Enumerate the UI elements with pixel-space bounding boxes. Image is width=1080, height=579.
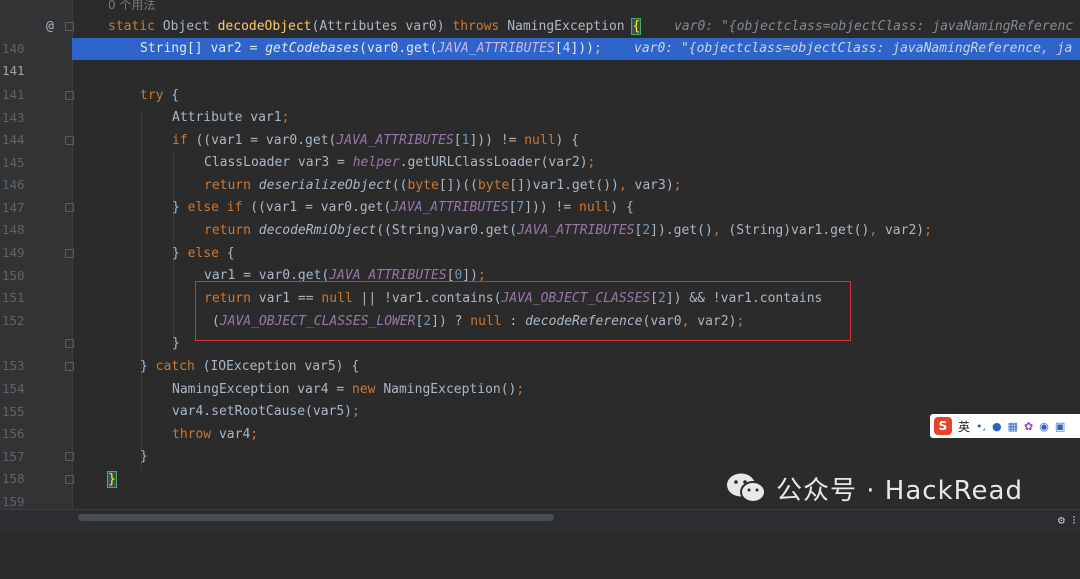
code-text: Attribute var1;: [172, 110, 290, 125]
skin-icon[interactable]: ✿: [1024, 420, 1033, 433]
code-text: return deserializeObject((byte[])((byte[…: [204, 178, 682, 193]
code-line[interactable]: 140 @ static Object decodeObject(Attribu…: [0, 16, 1080, 56]
code-text: throw var4;: [172, 427, 259, 442]
code-text: }: [107, 471, 117, 488]
code-line[interactable]: 157 throw var4;: [0, 424, 1080, 464]
punctuation-icon[interactable]: •,: [976, 420, 986, 433]
wechat-icon: [727, 473, 766, 503]
fold-icon[interactable]: [65, 91, 74, 100]
code-line[interactable]: 147 return deserializeObject((byte[])((b…: [0, 175, 1080, 215]
fold-icon[interactable]: [65, 362, 74, 371]
scrollbar-thumb[interactable]: [78, 514, 554, 521]
fold-icon[interactable]: [65, 249, 74, 258]
code-text: NamingException var4 = new NamingExcepti…: [172, 382, 525, 397]
gear-icon[interactable]: ⚙ ⁝: [1058, 513, 1076, 527]
ime-toolbar[interactable]: S 英 •, ● ▦ ✿ ◉ ▣: [930, 414, 1080, 438]
code-text: }: [140, 449, 148, 464]
fold-icon[interactable]: [65, 452, 74, 461]
microphone-icon[interactable]: ●: [992, 420, 1002, 433]
watermark: 公众号 · HackRead: [726, 466, 1023, 510]
code-text: return decodeRmiObject((String)var0.get(…: [204, 223, 932, 238]
watermark-text: 公众号 · HackRead: [776, 475, 1023, 506]
ime-language[interactable]: 英: [958, 418, 970, 435]
code-text: } else {: [172, 246, 235, 261]
fold-icon[interactable]: [65, 475, 74, 484]
code-line[interactable]: 158 }: [0, 446, 1080, 486]
code-line[interactable]: 141 String[] var2 = getCodebases(var0.ge…: [0, 38, 1080, 82]
code-text: } else if ((var1 = var0.get(JAVA_ATTRIBU…: [172, 200, 634, 215]
code-editor[interactable]: 0 个用法 140 @ static Object decodeObject(A…: [0, 0, 1080, 531]
code-line[interactable]: 146 ClassLoader var3 = helper.getURLClas…: [0, 152, 1080, 192]
code-line[interactable]: 156 var4.setRootCause(var5);: [0, 401, 1080, 441]
code-line[interactable]: 155 NamingException var4 = new NamingExc…: [0, 379, 1080, 419]
grid-menu-icon[interactable]: ▣: [1055, 420, 1065, 433]
keyboard-icon[interactable]: ▦: [1008, 420, 1018, 433]
usages-hint-line: 0 个用法: [0, 0, 1080, 16]
fold-icon[interactable]: [65, 339, 74, 348]
horizontal-scrollbar[interactable]: ⚙ ⁝: [0, 509, 1080, 532]
sogou-logo-icon[interactable]: S: [934, 417, 952, 435]
code-line[interactable]: 141: [0, 62, 1080, 102]
fold-icon[interactable]: [65, 203, 74, 212]
inline-value-hint: var0: "{objectclass=objectClass: javaNam…: [634, 41, 1073, 56]
code-text: }: [172, 336, 180, 351]
fold-icon[interactable]: [65, 22, 74, 31]
inline-value-hint: var0: "{objectclass=objectClass: javaNam…: [674, 19, 1074, 34]
code-text: ClassLoader var3 = helper.getURLClassLoa…: [204, 155, 596, 170]
code-line[interactable]: 148 } else if ((var1 = var0.get(JAVA_ATT…: [0, 197, 1080, 237]
code-text: static Object decodeObject(Attributes va…: [108, 18, 642, 35]
code-line[interactable]: 144 Attribute var1;: [0, 107, 1080, 147]
usages-hint[interactable]: 0 个用法: [108, 0, 155, 16]
code-text: String[] var2 = getCodebases(var0.get(JA…: [140, 41, 602, 56]
fold-icon[interactable]: [65, 136, 74, 145]
code-text: } catch (IOException var5) {: [140, 359, 360, 374]
code-line[interactable]: 145 if ((var1 = var0.get(JAVA_ATTRIBUTES…: [0, 130, 1080, 170]
code-text: if ((var1 = var0.get(JAVA_ATTRIBUTES[1])…: [172, 133, 580, 148]
game-icon[interactable]: ◉: [1039, 420, 1049, 433]
code-text: try {: [140, 88, 180, 103]
code-line[interactable]: 149 return decodeRmiObject((String)var0.…: [0, 220, 1080, 260]
highlight-box: [195, 281, 851, 341]
code-text: var4.setRootCause(var5);: [172, 404, 360, 419]
code-line[interactable]: 150 } else {: [0, 243, 1080, 283]
annotation-at-icon[interactable]: @: [46, 16, 54, 38]
code-line[interactable]: 143 try {: [0, 85, 1080, 125]
code-line[interactable]: 154 } catch (IOException var5) {: [0, 356, 1080, 396]
